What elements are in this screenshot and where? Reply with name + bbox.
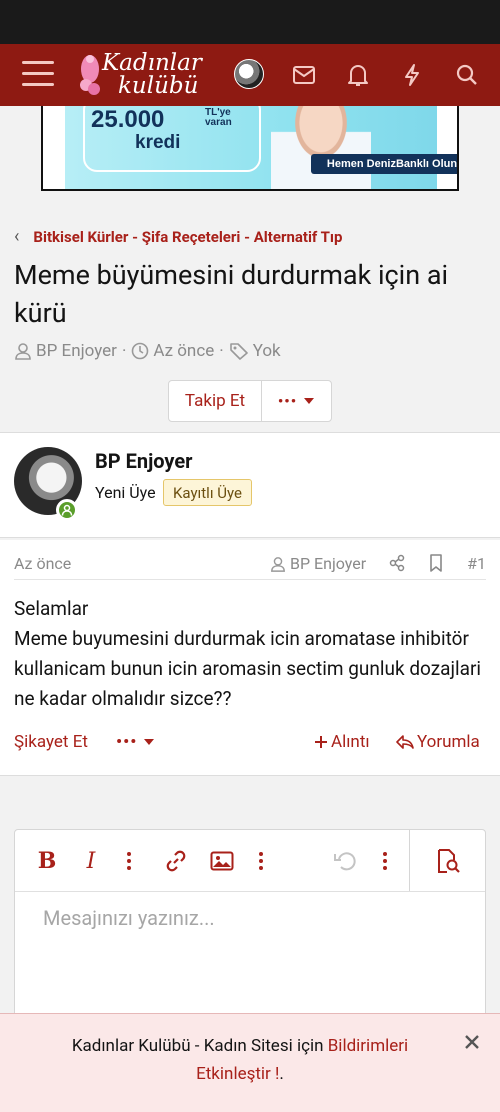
ad-image: 25.000 TL'ye varan kredi Hemen DenizBankl…	[65, 106, 457, 189]
post-header: Az önce BP Enjoyer #1	[14, 540, 486, 580]
bookmark-icon[interactable]	[428, 554, 444, 576]
post-user-block: BP Enjoyer Yeni Üye Kayıtlı Üye	[0, 432, 500, 538]
link-icon[interactable]	[161, 846, 191, 876]
more-dots: •••	[277, 392, 298, 410]
chevron-left-icon: ‹	[14, 226, 20, 247]
breadcrumb[interactable]: ‹ Bitkisel Kürler - Şifa Reçeteleri - Al…	[14, 226, 342, 247]
close-icon[interactable]	[462, 1032, 482, 1052]
reply-button[interactable]: Yorumla	[396, 732, 480, 752]
post-number[interactable]: #1	[467, 554, 486, 573]
post-date[interactable]: Az önce	[14, 554, 71, 573]
username[interactable]: BP Enjoyer	[95, 449, 193, 473]
device-status-bar	[0, 0, 500, 44]
whats-new-bolt-icon[interactable]	[398, 61, 426, 89]
post-body: Selamlar Meme buyumesini durdurmak icin …	[14, 594, 486, 714]
report-button[interactable]: Şikayet Et	[14, 732, 88, 752]
notice-text: Kadınlar Kulübü - Kadın Sitesi için Bild…	[40, 1032, 440, 1088]
thread-action-group: Takip Et •••	[168, 380, 332, 422]
more-insert-options-icon[interactable]	[251, 846, 271, 876]
more-text-options-icon[interactable]	[119, 846, 139, 876]
share-icon[interactable]	[388, 554, 406, 576]
thread-meta: BP Enjoyer · Az önce · Yok	[14, 341, 281, 361]
user-icon	[15, 343, 31, 360]
message-input[interactable]: Mesajınızı yazınız...	[43, 906, 215, 930]
site-logo[interactable]: Kadınlar kulübü	[78, 49, 218, 101]
search-icon[interactable]	[453, 61, 481, 89]
ad-amount-suffix: TL'ye varan	[205, 107, 232, 128]
ad-product: kredi	[135, 132, 181, 153]
account-avatar[interactable]	[234, 59, 264, 89]
bold-icon[interactable]: B	[35, 846, 59, 876]
online-status-icon	[56, 499, 78, 521]
bell-icon[interactable]	[344, 61, 372, 89]
thread-author[interactable]: BP Enjoyer	[36, 341, 117, 361]
post-actions: Şikayet Et ••• Alıntı Yorumla	[14, 732, 486, 756]
advertisement-banner[interactable]: 25.000 TL'ye varan kredi Hemen DenizBankl…	[41, 106, 459, 191]
user-icon	[271, 556, 285, 572]
reply-editor: B I Mesajınızı yazınız...	[14, 829, 486, 1029]
notice-suffix: .	[279, 1064, 284, 1084]
user-badge: Kayıtlı Üye	[163, 479, 252, 506]
plus-icon	[315, 736, 327, 748]
logo-text-line2: kulübü	[118, 73, 199, 99]
post-author[interactable]: BP Enjoyer	[270, 554, 366, 573]
quote-label: Alıntı	[331, 732, 370, 752]
push-notification-notice: Kadınlar Kulübü - Kadın Sitesi için Bild…	[0, 1013, 500, 1112]
quote-button[interactable]: Alıntı	[314, 732, 370, 752]
notice-message: Kadınlar Kulübü - Kadın Sitesi için	[71, 1036, 328, 1056]
italic-icon[interactable]: I	[79, 846, 103, 876]
caret-down-icon	[144, 739, 155, 745]
post-body-greeting: Selamlar	[14, 597, 89, 620]
menu-icon[interactable]	[22, 61, 54, 89]
post-body-text: Meme buyumesini durdurmak icin aromatase…	[14, 627, 482, 710]
user-title: Yeni Üye	[95, 483, 156, 502]
post-more-button[interactable]: •••	[116, 732, 155, 752]
post-author-name: BP Enjoyer	[290, 554, 367, 573]
clock-icon	[132, 342, 149, 360]
tag-icon	[229, 343, 248, 360]
breadcrumb-label: Bitkisel Kürler - Şifa Reçeteleri - Alte…	[33, 227, 343, 246]
thread-tags: Yok	[252, 341, 281, 361]
image-icon[interactable]	[207, 846, 237, 876]
post: Az önce BP Enjoyer #1 Selamlar Meme buyu…	[0, 540, 500, 776]
editor-toolbar: B I	[15, 830, 485, 892]
more-options-button[interactable]: •••	[262, 381, 331, 421]
ad-photo	[271, 106, 371, 189]
thread-title: Meme büyümesini durdurmak için ai kürü	[14, 259, 449, 329]
site-header: Kadınlar kulübü	[0, 44, 500, 106]
follow-button[interactable]: Takip Et	[169, 381, 262, 421]
caret-down-icon	[304, 398, 315, 404]
reply-label: Yorumla	[417, 732, 480, 752]
post-more-dots: •••	[116, 732, 138, 752]
conversations-icon[interactable]	[290, 61, 318, 89]
undo-icon[interactable]	[331, 846, 359, 876]
thread-time[interactable]: Az önce	[153, 341, 214, 361]
ad-cta-button[interactable]: Hemen DenizBanklı Olun	[311, 154, 457, 174]
preview-icon[interactable]	[409, 830, 485, 891]
ad-amount: 25.000	[91, 106, 165, 133]
meta-separator: ·	[219, 341, 224, 361]
logo-figure-icon	[80, 55, 100, 95]
meta-separator: ·	[121, 341, 127, 361]
reply-arrow-icon	[396, 735, 414, 749]
more-editor-options-icon[interactable]	[375, 846, 395, 876]
